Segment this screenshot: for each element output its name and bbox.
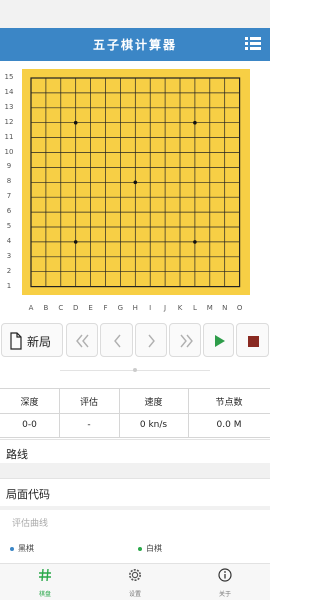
legend-white-label: 白棋 bbox=[146, 544, 162, 553]
previous-move-button[interactable] bbox=[100, 323, 133, 357]
section-gap bbox=[0, 506, 270, 510]
app-title: 五子棋计算器 bbox=[92, 38, 177, 52]
board-grid bbox=[30, 77, 241, 288]
nav-settings-label: 设置 bbox=[128, 591, 141, 598]
controls-bar: 新局 bbox=[0, 323, 270, 359]
divider-dot bbox=[133, 368, 137, 372]
legend-black: 黑棋 bbox=[10, 543, 34, 554]
engine-stats-table: 深度 评估 速度 节点数 0-0 - 0 kn/s 0.0 M bbox=[0, 388, 270, 438]
bottom-nav: 棋盘 设置 关于 bbox=[0, 563, 270, 600]
nav-about-label: 关于 bbox=[218, 591, 231, 598]
line-label: 路线 bbox=[6, 448, 28, 461]
stat-header-depth: 深度 bbox=[20, 398, 39, 408]
chevron-right-icon bbox=[148, 334, 155, 348]
status-bar bbox=[0, 0, 270, 28]
stop-button[interactable] bbox=[236, 323, 269, 357]
next-move-button[interactable] bbox=[135, 323, 167, 357]
row-label: 13 bbox=[4, 102, 14, 111]
col-label: B bbox=[43, 304, 49, 312]
row-label: 8 bbox=[6, 177, 12, 186]
nav-board[interactable]: 棋盘 bbox=[0, 564, 90, 600]
row-label: 3 bbox=[6, 251, 12, 260]
row-label: 4 bbox=[6, 236, 12, 245]
row-label: 5 bbox=[6, 222, 12, 230]
gomoku-board[interactable] bbox=[22, 69, 250, 295]
first-move-button[interactable] bbox=[66, 323, 98, 357]
list-menu-icon[interactable] bbox=[245, 37, 261, 51]
row-label: 11 bbox=[4, 132, 14, 141]
col-label: K bbox=[177, 304, 183, 312]
stat-header-speed: 速度 bbox=[144, 398, 163, 408]
play-button[interactable] bbox=[203, 323, 234, 357]
row-label: 14 bbox=[4, 87, 14, 96]
nav-board-label: 棋盘 bbox=[38, 591, 51, 598]
stop-icon bbox=[248, 336, 259, 347]
hash-icon bbox=[39, 568, 51, 582]
chevron-left-icon bbox=[114, 334, 121, 348]
position-code-label: 局面代码 bbox=[6, 488, 50, 501]
star-point bbox=[133, 180, 138, 185]
double-chevron-left-icon bbox=[76, 334, 89, 348]
col-label: J bbox=[164, 304, 167, 312]
col-label: C bbox=[58, 304, 64, 312]
document-icon bbox=[10, 332, 22, 350]
row-label: 15 bbox=[4, 73, 14, 81]
row-label: 7 bbox=[6, 192, 12, 201]
stat-value-eval: - bbox=[87, 420, 91, 430]
legend-white: 白棋 bbox=[138, 543, 162, 554]
line-section[interactable]: 路线 bbox=[0, 439, 270, 463]
nav-about[interactable]: 关于 bbox=[180, 564, 270, 600]
info-icon bbox=[218, 568, 232, 582]
star-point bbox=[73, 240, 78, 244]
col-label: L bbox=[192, 304, 197, 312]
row-label: 10 bbox=[4, 147, 14, 156]
col-label: N bbox=[222, 304, 228, 312]
col-label: M bbox=[206, 304, 213, 312]
legend-black-label: 黑棋 bbox=[18, 544, 34, 553]
nav-settings[interactable]: 设置 bbox=[90, 564, 180, 600]
double-chevron-right-icon bbox=[180, 334, 193, 348]
col-label: O bbox=[236, 304, 243, 312]
legend-black-dot bbox=[10, 547, 14, 551]
row-label: 6 bbox=[6, 207, 12, 216]
board-area: 15 14 13 12 11 10 9 8 7 6 5 4 3 2 1 A B C D E F G H I J K L M N O bbox=[0, 61, 270, 320]
stat-header-nodes: 节点数 bbox=[215, 398, 243, 408]
play-icon bbox=[215, 335, 225, 347]
row-label: 12 bbox=[4, 117, 14, 126]
gear-icon bbox=[129, 569, 141, 581]
last-move-button[interactable] bbox=[169, 323, 201, 357]
stat-value-nodes: 0.0 M bbox=[216, 420, 242, 430]
col-label: F bbox=[103, 304, 108, 312]
col-label: E bbox=[88, 304, 93, 312]
stat-value-depth: 0-0 bbox=[22, 420, 37, 430]
legend-white-dot bbox=[138, 547, 142, 551]
row-label: 9 bbox=[6, 162, 12, 171]
stats-row-divider bbox=[0, 413, 270, 414]
eval-curve-title: 评估曲线 bbox=[12, 519, 49, 529]
new-game-button[interactable]: 新局 bbox=[1, 323, 63, 357]
new-game-label: 新局 bbox=[27, 335, 52, 349]
row-label: 2 bbox=[6, 266, 12, 275]
star-point bbox=[193, 240, 197, 244]
star-point bbox=[193, 120, 197, 125]
row-label: 1 bbox=[6, 281, 12, 290]
position-code-section[interactable]: 局面代码 bbox=[0, 478, 270, 506]
app-bar: 五子棋计算器 bbox=[0, 28, 270, 61]
section-gap bbox=[0, 463, 270, 478]
stat-header-eval: 评估 bbox=[79, 398, 98, 408]
col-label: D bbox=[72, 304, 79, 312]
col-label: A bbox=[28, 304, 34, 312]
col-label: H bbox=[132, 304, 138, 312]
star-point bbox=[73, 120, 78, 125]
stat-value-speed: 0 kn/s bbox=[139, 420, 168, 430]
col-label: G bbox=[117, 304, 124, 312]
col-label: I bbox=[149, 304, 152, 312]
